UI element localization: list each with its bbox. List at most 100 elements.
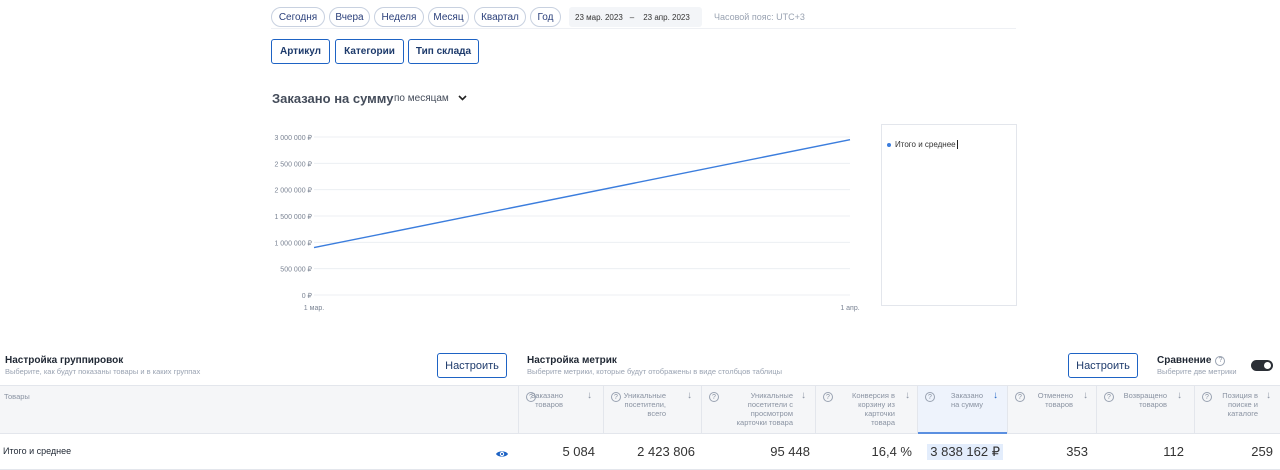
table-cell: 3 838 162 ₽ — [927, 444, 1003, 460]
column-header-line: товаров — [535, 400, 563, 409]
grouping-settings-title: Настройка группировок — [5, 355, 124, 366]
table-cell: 16,4 % — [871, 444, 912, 459]
legend-item[interactable]: Итого и среднее — [887, 140, 958, 149]
column-header-label: Заказано на сумму — [951, 391, 983, 409]
toggle-knob — [1264, 362, 1271, 369]
y-tick-label: 0 ₽ — [302, 292, 313, 300]
column-header-label: Отменено товаров — [1038, 391, 1073, 409]
x-tick-label: 1 мар. — [304, 305, 324, 312]
help-icon[interactable]: ? — [1202, 392, 1212, 402]
column-header-products: Товары — [4, 392, 30, 401]
sort-arrow-icon[interactable]: ↓ — [587, 390, 592, 401]
grouping-configure-button[interactable]: Настроить — [437, 353, 507, 378]
column-header-label: Конверсия в корзину из карточки товара — [852, 391, 895, 427]
column-header[interactable]: ? Возвращено товаров ↓ — [1096, 386, 1194, 433]
column-header-label: Уникальные посетители с просмотром карточки… — [737, 391, 793, 427]
sort-arrow-icon[interactable]: ↓ — [905, 390, 910, 401]
help-icon[interactable]: ? — [823, 392, 833, 402]
period-pill-quarter[interactable]: Квартал — [474, 7, 526, 27]
column-header-label: Позиция в поиске и каталоге — [1222, 391, 1258, 418]
column-header[interactable]: ? Отменено товаров ↓ — [1007, 386, 1096, 433]
column-header-line: товара — [871, 418, 895, 427]
date-from: 23 мар. 2023 — [575, 12, 623, 22]
chart-legend: Итого и среднее — [881, 124, 1017, 306]
y-tick-label: 3 000 000 ₽ — [274, 134, 312, 142]
y-tick-label: 500 000 ₽ — [280, 266, 312, 274]
column-header-line: на сумму — [951, 400, 983, 409]
sort-arrow-icon[interactable]: ↓ — [1083, 390, 1088, 401]
table-cell: 259 — [1251, 444, 1273, 459]
chart-grid — [314, 136, 850, 296]
column-header-line: карточки — [864, 409, 895, 418]
column-header-line: Уникальные — [623, 391, 666, 400]
period-pill-yesterday[interactable]: Вчера — [329, 7, 370, 27]
help-icon[interactable]: ? — [1104, 392, 1114, 402]
help-icon[interactable]: ? — [611, 392, 621, 402]
column-header-line: просмотром — [750, 409, 793, 418]
comparison-toggle[interactable] — [1251, 360, 1273, 371]
column-header-line: корзину из — [858, 400, 895, 409]
group-by-warehouse-type-button[interactable]: Тип склада — [408, 39, 479, 64]
legend-dot-icon — [887, 142, 891, 147]
column-header-line: посетители, — [624, 400, 666, 409]
eye-icon[interactable] — [495, 446, 509, 464]
group-by-article-button[interactable]: Артикул — [271, 39, 330, 64]
table-cell: 353 — [1066, 444, 1088, 459]
date-separator: – — [629, 12, 635, 22]
y-tick-label: 2 500 000 ₽ — [274, 160, 312, 168]
sort-arrow-icon[interactable]: ↓ — [993, 390, 998, 401]
metric-configure-button[interactable]: Настроить — [1068, 353, 1138, 378]
column-header-label: Возвращено товаров — [1124, 391, 1167, 409]
group-by-category-button[interactable]: Категории — [335, 39, 404, 64]
column-header-line: товаров — [1045, 400, 1073, 409]
help-icon[interactable]: ? — [709, 392, 719, 402]
chart-period-label: по месяцам — [394, 93, 449, 104]
period-pill-month[interactable]: Месяц — [428, 7, 469, 27]
sort-arrow-icon[interactable]: ↓ — [687, 390, 692, 401]
line-chart: 0 ₽ 500 000 ₽ 1 000 000 ₽ 1 500 000 ₽ 2 000 … — [274, 134, 860, 312]
column-header-label: Заказано товаров — [531, 391, 563, 409]
column-header-line: товаров — [1139, 400, 1167, 409]
chart-y-axis: 0 ₽ 500 000 ₽ 1 000 000 ₽ 1 500 000 ₽ 2 000 … — [274, 134, 312, 300]
chevron-down-icon — [458, 93, 467, 104]
metric-settings-title: Настройка метрик — [527, 355, 617, 366]
chart-x-axis: 1 мар. 1 апр. — [304, 305, 860, 312]
date-range-picker[interactable]: 23 мар. 2023 – 23 апр. 2023 — [569, 7, 702, 27]
column-header-line: Уникальные — [750, 391, 793, 400]
column-header-line: карточки товара — [736, 418, 793, 427]
column-header-label: Уникальные посетители, всего — [624, 391, 666, 418]
sort-arrow-icon[interactable]: ↓ — [1266, 390, 1271, 401]
column-header[interactable]: ? Уникальные посетители, всего ↓ — [603, 386, 701, 433]
column-header-line: Отменено — [1037, 391, 1073, 400]
comparison-title: Сравнение ? — [1157, 355, 1226, 366]
grouping-settings-subtitle: Выберите, как будут показаны товары и в … — [5, 367, 201, 376]
period-pill-today[interactable]: Сегодня — [271, 7, 325, 27]
help-icon[interactable]: ? — [925, 392, 935, 402]
chart-period-select[interactable]: по месяцам — [394, 93, 467, 104]
period-pill-week[interactable]: Неделя — [374, 7, 424, 27]
column-header[interactable]: ? Уникальные посетители с просмотром карточк… — [701, 386, 815, 433]
legend-label: Итого и среднее — [895, 140, 956, 149]
sort-arrow-icon[interactable]: ↓ — [1177, 390, 1182, 401]
column-header-line: всего — [647, 409, 666, 418]
table-cell: 2 423 806 — [637, 444, 695, 459]
x-tick-label: 1 апр. — [840, 305, 859, 312]
y-tick-label: 2 000 000 ₽ — [274, 187, 312, 195]
period-pill-year[interactable]: Год — [530, 7, 561, 27]
column-header[interactable]: ? Заказано товаров ↓ — [518, 386, 603, 433]
column-header-line: посетители с — [747, 400, 793, 409]
column-header[interactable]: ? Заказано на сумму ↓ — [917, 386, 1007, 434]
timezone-label: Часовой пояс: UTC+3 — [714, 12, 805, 22]
y-tick-label: 1 500 000 ₽ — [274, 213, 312, 221]
y-tick-label: 1 000 000 ₽ — [274, 239, 312, 247]
column-header-line: Конверсия в — [852, 391, 895, 400]
filter-divider — [271, 28, 1016, 29]
table-row[interactable]: Итого и среднее 5 084 2 423 806 95 448 16,4… — [0, 434, 1280, 470]
column-header[interactable]: ? Конверсия в корзину из карточки товара ↓ — [815, 386, 917, 433]
series-line — [313, 138, 851, 249]
sort-arrow-icon[interactable]: ↓ — [801, 390, 806, 401]
comparison-label: Сравнение — [1157, 355, 1212, 366]
help-icon[interactable]: ? — [1015, 392, 1025, 402]
column-header[interactable]: ? Позиция в поиске и каталоге ↓ — [1194, 386, 1280, 433]
help-icon[interactable]: ? — [1215, 355, 1226, 366]
